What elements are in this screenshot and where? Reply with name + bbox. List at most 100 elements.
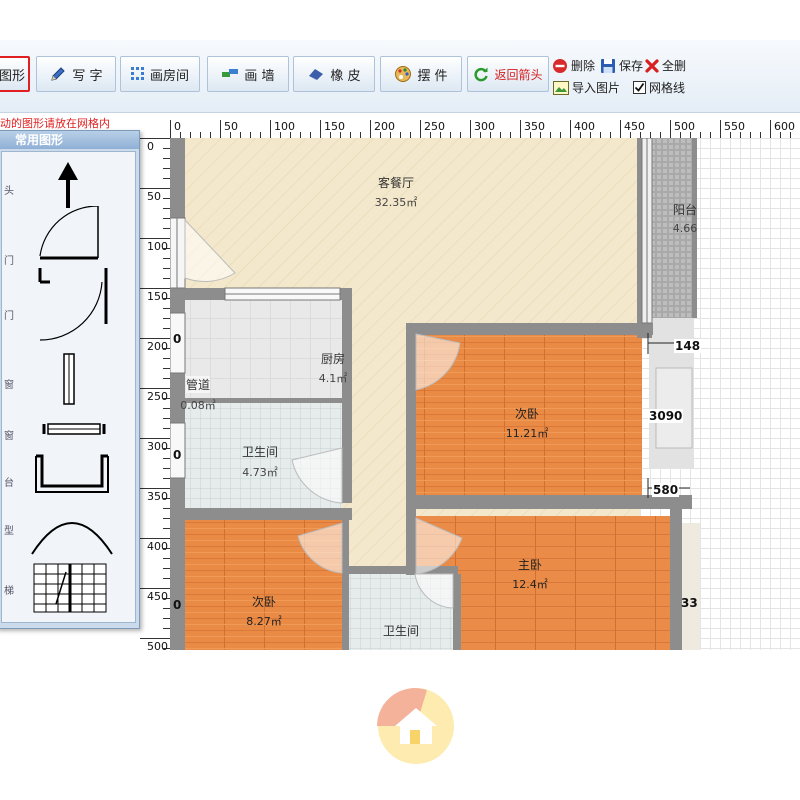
shapes-button-label: 图形	[0, 68, 25, 84]
living-room-label: 客餐厅	[377, 176, 415, 190]
draw-room-button[interactable]: 画房间	[120, 56, 200, 92]
import-image-button[interactable]: 导入图片	[553, 79, 620, 96]
kitchen-area: 4.1㎡	[318, 372, 348, 385]
bedroom3-area: 8.27㎡	[246, 615, 282, 628]
eraser-label: 橡 皮	[330, 68, 361, 84]
duct-area: 0.08㎡	[180, 399, 216, 412]
draw-wall-label: 画 墙	[244, 68, 275, 84]
top-ruler-label: 300	[474, 120, 495, 133]
duct-label: 管道	[185, 376, 211, 393]
side-label-window2: 窗	[4, 431, 14, 442]
arc-shape[interactable]	[26, 512, 126, 557]
top-ruler-label: 400	[574, 120, 595, 133]
furniture-label: 摆 件	[417, 68, 448, 84]
shapes-button[interactable]: 图形	[0, 56, 30, 92]
top-ruler-label: 150	[324, 120, 345, 133]
undo-arrow-button[interactable]: 返回箭头	[467, 56, 549, 92]
save-button[interactable]: 保存	[600, 57, 643, 74]
left-ruler-label: 150	[147, 290, 168, 303]
side-label-door1: 门	[4, 256, 14, 267]
top-ruler-label: 250	[424, 120, 445, 133]
master-bedroom-label: 主卧	[517, 558, 543, 572]
arrow-shape[interactable]	[26, 160, 126, 210]
bathroom-label: 卫生间	[241, 445, 279, 459]
clear-all-button[interactable]: 全删	[645, 57, 686, 74]
top-ruler-label: 0	[174, 120, 181, 133]
grid-dots-icon	[130, 67, 145, 81]
top-ruler-label: 100	[274, 120, 295, 133]
side-label-door2: 门	[4, 311, 14, 322]
side-label-arc: 型	[4, 526, 14, 537]
drawing-canvas[interactable]: 客餐厅 32.35㎡ 阳台 4.66 厨房 4.1㎡ 管道 0.08㎡ 卫生间 …	[170, 138, 800, 650]
floor-plan[interactable]	[170, 138, 800, 650]
door-single-shape[interactable]	[26, 206, 126, 261]
side-label-arrow: 头	[4, 186, 14, 197]
furniture-button[interactable]: 摆 件	[380, 56, 462, 92]
left-dimension-b: 0	[173, 448, 182, 462]
side-label-window1: 窗	[4, 380, 14, 391]
left-dimension-a: 0	[173, 332, 182, 346]
panel-title: 常用图形	[0, 131, 139, 149]
wall-icon	[221, 67, 239, 81]
top-ruler-label: 550	[724, 120, 745, 133]
hint-text: 动的图形请放在网格内	[0, 117, 110, 130]
window-horizontal-shape[interactable]	[26, 420, 126, 440]
eraser-button[interactable]: 橡 皮	[293, 56, 375, 92]
common-shapes-panel[interactable]: 常用图形 头 门 门 窗 窗 台 型 梯	[0, 130, 140, 629]
draw-room-label: 画房间	[149, 68, 189, 84]
clear-all-label: 全删	[662, 59, 687, 73]
door-swing-shape[interactable]	[26, 264, 126, 344]
balcony-label: 阳台	[672, 203, 698, 217]
top-ruler-label: 50	[224, 120, 238, 133]
top-ruler-label: 500	[674, 120, 695, 133]
left-ruler-label: 350	[147, 490, 168, 503]
bedroom2-area: 11.21㎡	[505, 427, 549, 440]
toolbar: 图形 写 字 画房间 画 墙 橡 皮 摆 件 返回箭头 删除 保存 全删 导入图…	[0, 40, 800, 113]
window-vertical-shape[interactable]	[26, 352, 126, 407]
bedroom3-label: 次卧	[251, 595, 277, 609]
dimension-3090: 3090	[648, 409, 684, 423]
stairs-shape[interactable]	[26, 560, 126, 615]
top-ruler-label: 200	[374, 120, 395, 133]
delete-label: 删除	[571, 59, 596, 73]
undo-arrow-label: 返回箭头	[494, 67, 543, 82]
grid-toggle[interactable]: 网格线	[633, 79, 685, 96]
balcony-fixture	[655, 367, 693, 449]
living-room-area: 32.35㎡	[374, 196, 418, 209]
top-ruler-label: 350	[524, 120, 545, 133]
write-text-label: 写 字	[72, 68, 103, 84]
dimension-148: 148	[674, 339, 702, 353]
balcony-area: 4.66	[672, 222, 698, 235]
grid-label: 网格线	[649, 81, 686, 95]
pencil-icon	[49, 65, 67, 83]
image-icon	[553, 80, 569, 95]
master-bedroom-area: 12.4㎡	[512, 578, 548, 591]
top-ruler-label: 450	[624, 120, 645, 133]
delete-icon	[552, 58, 568, 74]
panel-body: 头 门 门 窗 窗 台 型 梯	[1, 151, 136, 623]
bathroom2-label: 卫生间	[382, 624, 420, 638]
left-ruler-label: 100	[147, 240, 168, 253]
bedroom2-label: 次卧	[514, 407, 540, 421]
refresh-icon	[473, 66, 489, 82]
balcony-strip	[680, 523, 700, 650]
palette-icon	[394, 65, 412, 83]
top-ruler: 0 50 100 150 200 250 300 350 400 450 500 550 600	[170, 120, 800, 139]
dimension-33: 33	[681, 596, 698, 610]
left-ruler-label: 300	[147, 440, 168, 453]
dimension-580: 580	[652, 483, 680, 497]
delete-button[interactable]: 删除	[552, 57, 595, 74]
balcony-shape[interactable]	[26, 452, 126, 497]
eraser-icon	[307, 67, 325, 81]
left-dimension-c: 0	[173, 598, 182, 612]
draw-wall-button[interactable]: 画 墙	[207, 56, 289, 92]
checkbox-checked-icon[interactable]	[633, 81, 646, 94]
top-ruler-label: 600	[774, 120, 795, 133]
left-ruler-label: 50	[147, 190, 161, 203]
save-label: 保存	[619, 59, 644, 73]
left-ruler-label: 0	[147, 140, 154, 153]
left-ruler-label: 250	[147, 390, 168, 403]
write-text-button[interactable]: 写 字	[36, 56, 116, 92]
bathroom-area: 4.73㎡	[242, 466, 278, 479]
floppy-disk-icon	[600, 58, 616, 74]
